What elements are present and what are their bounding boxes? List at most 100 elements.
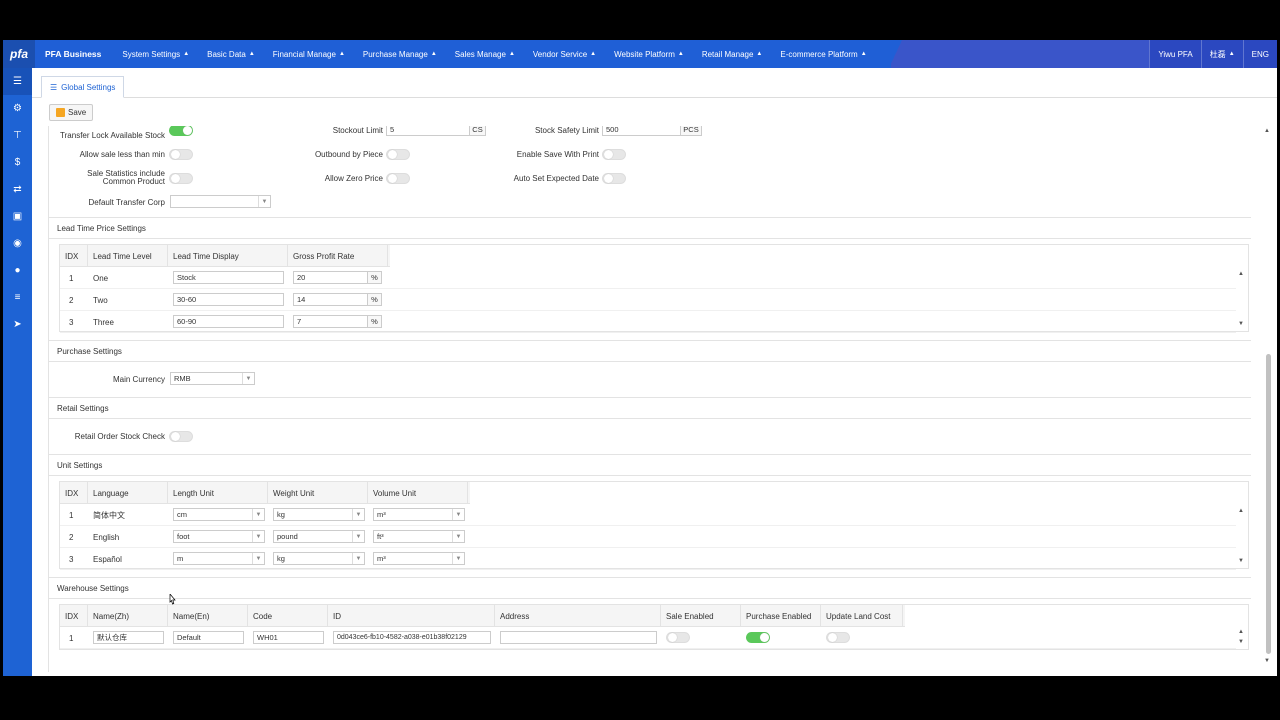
table-row[interactable]: 3 Three 60-90 7 % [60,311,1236,333]
menu-purchase-manage[interactable]: Purchase Manage ▲ [354,50,446,59]
company-selector[interactable]: Yiwu PFA [1149,40,1200,68]
transfer-lock-toggle[interactable] [169,126,193,136]
pfa-logo[interactable]: pfa [3,40,35,68]
scroll-down-icon[interactable]: ▼ [1264,658,1270,664]
allow-sale-less-toggle[interactable] [169,149,193,160]
id-input[interactable]: 0d043ce6-fb10-4582-a038-e01b38f02129 [333,631,491,644]
auto-set-expected-date-toggle[interactable] [602,173,626,184]
row-level: Three [93,317,114,327]
user-menu[interactable]: 杜磊 ▲ [1200,40,1243,68]
table-row[interactable]: 3 Español m ▼ kg ▼ m³ ▼ [60,548,1236,570]
list-icon[interactable]: ☰ [3,68,32,95]
name-en-input[interactable]: Default [173,631,244,644]
navbar-decoration [891,40,1161,68]
weight-unit-select[interactable]: kg ▼ [273,508,365,521]
menu-vendor-service[interactable]: Vendor Service ▲ [524,50,605,59]
grid-scroll-up-icon[interactable]: ▲ [1238,508,1244,514]
chevron-down-icon: ▼ [352,509,364,520]
page-scrollbar[interactable]: ▲ ▼ [1263,126,1273,672]
scrollbar-thumb[interactable] [1266,354,1271,654]
allow-sale-less-label: Allow sale less than min [79,150,165,159]
percent-unit: % [368,293,382,306]
lead-time-display-input[interactable]: 60-90 [173,315,284,328]
volume-unit-select[interactable]: ft³ ▼ [373,530,465,543]
lead-time-display-input[interactable]: 30-60 [173,293,284,306]
send-icon[interactable]: ➤ [3,311,32,338]
gear-icon[interactable]: ⚙ [3,95,32,122]
address-input[interactable] [500,631,657,644]
chevron-down-icon: ▼ [452,531,464,542]
money-icon[interactable]: ▣ [3,203,32,230]
lead-time-grid: IDX Lead Time Level Lead Time Display Gr… [59,244,1249,333]
lead-time-display-input[interactable]: Stock [173,271,284,284]
weight-unit-select[interactable]: pound ▼ [273,530,365,543]
stock-safety-limit-label: Stock Safety Limit [534,126,599,135]
refresh-icon[interactable]: ⇄ [3,176,32,203]
table-row[interactable]: 2 Two 30-60 14 % [60,289,1236,311]
col-idx: IDX [60,245,88,267]
col-gross-profit-rate: Gross Profit Rate [288,245,388,267]
purchase-enabled-toggle[interactable] [746,632,770,643]
sale-enabled-toggle[interactable] [666,632,690,643]
volume-unit-select[interactable]: m³ ▼ [373,552,465,565]
allow-zero-price-toggle[interactable] [386,173,410,184]
app-window: pfa PFA Business System Settings ▲ Basic … [3,40,1277,676]
bars-icon[interactable]: ≡ [3,284,32,311]
table-row[interactable]: 2 English foot ▼ pound ▼ ft³ ▼ [60,526,1236,548]
warehouse-grid: IDX Name(Zh) Name(En) Code ID Address Sa… [59,604,1249,650]
enable-save-print-toggle[interactable] [602,149,626,160]
stockout-limit-input[interactable]: 5 [386,126,470,136]
table-row[interactable]: 1 One Stock 20 % [60,267,1236,289]
menu-ecommerce-platform[interactable]: E-commerce Platform ▲ [771,50,875,59]
table-row[interactable]: 1 简体中文 cm ▼ kg ▼ m³ ▼ [60,504,1236,526]
retail-stock-check-label: Retail Order Stock Check [74,432,165,441]
grid-scroll-down-icon[interactable]: ▼ [1238,321,1244,327]
outbound-by-piece-toggle[interactable] [386,149,410,160]
sale-stats-toggle[interactable] [169,173,193,184]
length-unit-select[interactable]: m ▼ [173,552,265,565]
weight-unit-select[interactable]: kg ▼ [273,552,365,565]
menu-financial-manage[interactable]: Financial Manage ▲ [264,50,354,59]
code-input[interactable]: WH01 [253,631,324,644]
globe-icon[interactable]: ● [3,257,32,284]
settings-content[interactable]: Transfer Lock Available Stock Allow sale… [48,126,1251,672]
grid-scroll-up-icon[interactable]: ▲ [1238,271,1244,277]
sitemap-icon[interactable]: ⊤ [3,122,32,149]
row-level: One [93,273,109,283]
update-land-cost-toggle[interactable] [826,632,850,643]
tab-global-settings[interactable]: ☰ Global Settings [41,76,125,98]
length-unit-select[interactable]: foot ▼ [173,530,265,543]
length-unit-select[interactable]: cm ▼ [173,508,265,521]
language-switch[interactable]: ENG [1242,40,1277,68]
auto-set-expected-date-label: Auto Set Expected Date [513,174,599,183]
menu-retail-manage[interactable]: Retail Manage ▲ [693,50,772,59]
caret-up-icon: ▲ [508,51,515,57]
stock-safety-limit-input[interactable]: 500 [602,126,681,136]
save-button[interactable]: Save [49,104,94,121]
user-circle-icon[interactable]: ◉ [3,230,32,257]
gross-profit-rate-input[interactable]: 14 [293,293,368,306]
menu-sales-manage[interactable]: Sales Manage ▲ [446,50,524,59]
col-length-unit: Length Unit [168,482,268,504]
menu-website-platform[interactable]: Website Platform ▲ [605,50,693,59]
grid-scroll-down-icon[interactable]: ▼ [1238,558,1244,564]
gross-profit-rate-input[interactable]: 20 [293,271,368,284]
brand-name[interactable]: PFA Business [35,49,113,59]
dollar-icon[interactable]: $ [3,149,32,176]
name-zh-input[interactable]: 默认仓库 [93,631,164,644]
menu-system-settings[interactable]: System Settings ▲ [113,50,198,59]
grid-scroll-up-icon[interactable]: ▲ [1238,629,1244,635]
menu-basic-data[interactable]: Basic Data ▲ [198,50,264,59]
caret-up-icon: ▲ [338,51,345,57]
gross-profit-rate-input[interactable]: 7 [293,315,368,328]
table-row[interactable]: 1 默认仓库 Default WH01 0d043ce6-fb10-4582-a… [60,627,1236,649]
scroll-up-icon[interactable]: ▲ [1264,128,1270,134]
default-transfer-corp-select[interactable]: ▼ [170,195,271,208]
retail-stock-check-toggle[interactable] [169,431,193,442]
main-currency-select[interactable]: RMB ▼ [170,372,255,385]
top-menu: System Settings ▲ Basic Data ▲ Financial M… [113,50,875,59]
volume-unit-select[interactable]: m³ ▼ [373,508,465,521]
lead-time-grid-header: IDX Lead Time Level Lead Time Display Gr… [60,245,390,267]
grid-scroll-down-icon[interactable]: ▼ [1238,639,1244,645]
col-code: Code [248,605,328,627]
